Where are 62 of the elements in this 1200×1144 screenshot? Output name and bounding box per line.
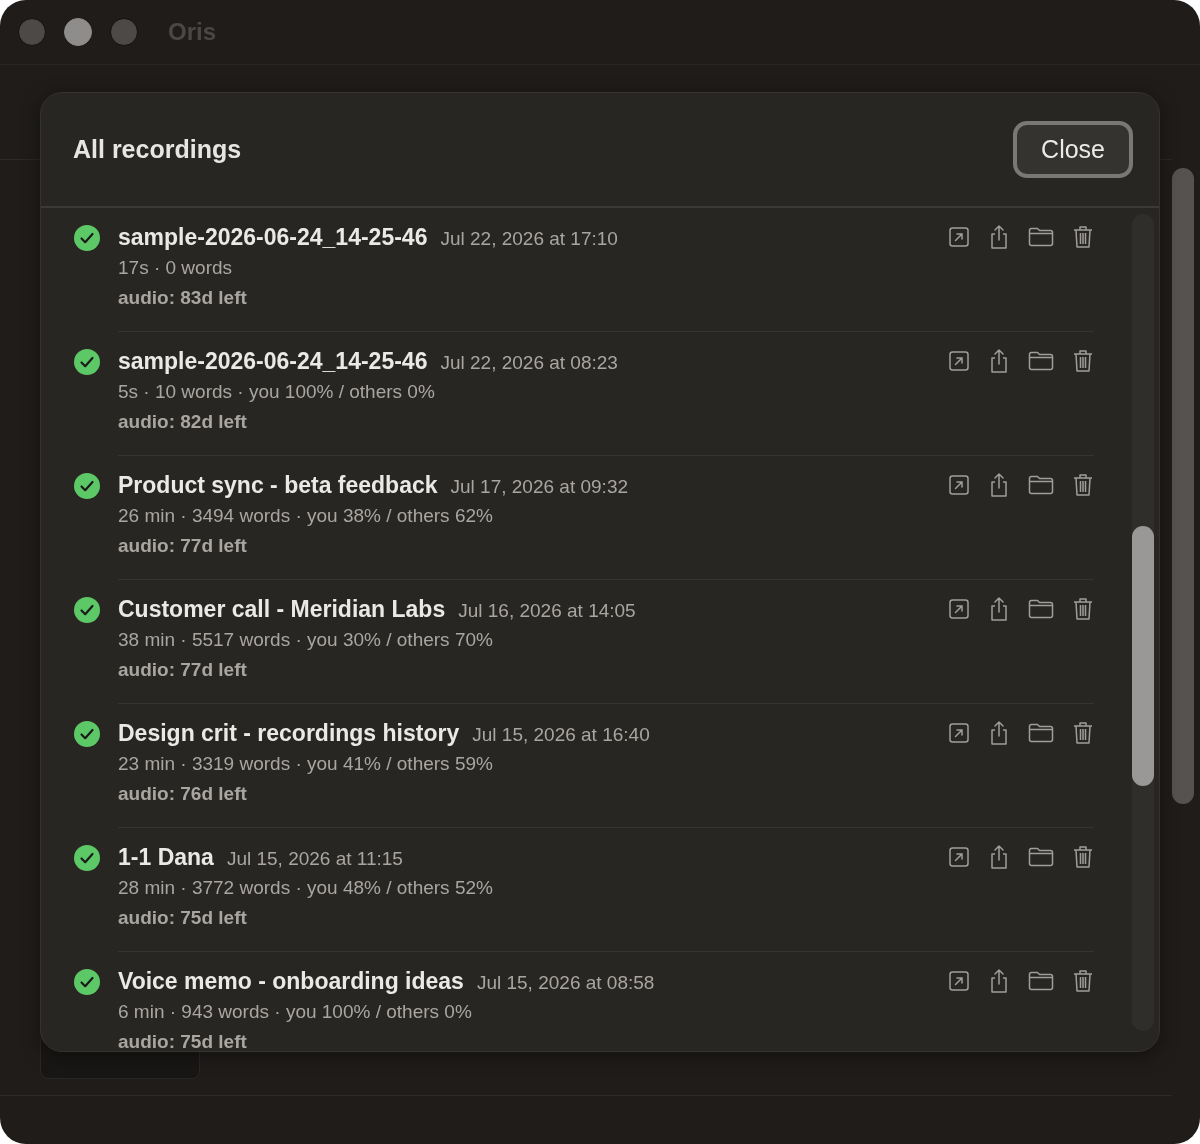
- open-external-icon[interactable]: [948, 970, 970, 992]
- sheet-title: All recordings: [73, 135, 242, 164]
- audio-retention: audio: 77d left: [118, 535, 248, 557]
- audio-retention: audio: 82d left: [118, 411, 248, 433]
- recording-date: Jul 22, 2026 at 17:10: [440, 228, 618, 250]
- recording-stats: 6 min · 943 words · you 100% / others 0%: [118, 1001, 473, 1023]
- folder-icon[interactable]: [1028, 847, 1054, 867]
- scrollbar[interactable]: [1172, 168, 1194, 804]
- open-external-icon[interactable]: [948, 226, 970, 248]
- recording-stats: 28 min · 3772 words · you 48% / others 52%: [118, 877, 494, 899]
- trash-icon[interactable]: [1072, 597, 1094, 621]
- share-icon[interactable]: [988, 348, 1010, 374]
- trash-icon[interactable]: [1072, 845, 1094, 869]
- open-external-icon[interactable]: [948, 350, 970, 372]
- share-icon[interactable]: [988, 844, 1010, 870]
- trash-icon[interactable]: [1072, 969, 1094, 993]
- audio-retention: audio: 75d left: [118, 1031, 248, 1051]
- recording-stats: 38 min · 5517 words · you 30% / others 70%: [118, 629, 494, 651]
- folder-icon[interactable]: [1028, 971, 1054, 991]
- recording-title: Voice memo - onboarding ideas: [118, 968, 464, 995]
- share-icon[interactable]: [988, 472, 1010, 498]
- minimize-window-button[interactable]: [64, 18, 92, 46]
- open-external-icon[interactable]: [948, 598, 970, 620]
- recording-stats: 26 min · 3494 words · you 38% / others 62%: [118, 505, 494, 527]
- share-icon[interactable]: [988, 720, 1010, 746]
- recording-date: Jul 17, 2026 at 09:32: [450, 476, 629, 498]
- recording-stats: 5s · 10 words · you 100% / others 0%: [118, 381, 436, 403]
- recording-title: Product sync - beta feedback: [118, 472, 438, 499]
- folder-icon[interactable]: [1028, 227, 1054, 247]
- audio-retention: audio: 75d left: [118, 907, 248, 929]
- folder-icon[interactable]: [1028, 475, 1054, 495]
- trash-icon[interactable]: [1072, 349, 1094, 373]
- recording-stats: 23 min · 3319 words · you 41% / others 59%: [118, 753, 494, 775]
- trash-icon[interactable]: [1072, 225, 1094, 249]
- recording-title: sample-2026-06-24_14-25-46: [118, 224, 428, 251]
- recording-title: sample-2026-06-24_14-25-46: [118, 348, 428, 375]
- open-external-icon[interactable]: [948, 846, 970, 868]
- trash-icon[interactable]: [1072, 473, 1094, 497]
- recording-date: Jul 15, 2026 at 08:58: [476, 972, 655, 994]
- close-button[interactable]: Close: [1013, 121, 1133, 178]
- share-icon[interactable]: [988, 968, 1010, 994]
- share-icon[interactable]: [988, 224, 1010, 250]
- audio-retention: audio: 83d left: [118, 287, 248, 309]
- recording-stats: 17s · 0 words: [118, 257, 234, 279]
- recording-title: Customer call - Meridian Labs: [118, 596, 446, 623]
- recording-date: Jul 22, 2026 at 08:23: [440, 352, 618, 374]
- open-external-icon[interactable]: [948, 474, 970, 496]
- open-external-icon[interactable]: [948, 722, 970, 744]
- recording-title: Design crit - recordings history: [118, 720, 460, 747]
- scroll-thumb[interactable]: [1132, 526, 1154, 786]
- recording-date: Jul 16, 2026 at 14:05: [458, 600, 636, 622]
- audio-retention: audio: 76d left: [118, 783, 248, 805]
- trash-icon[interactable]: [1072, 721, 1094, 745]
- recording-title: 1-1 Dana: [118, 844, 214, 871]
- scrollbar[interactable]: [1132, 214, 1154, 1031]
- recording-date: Jul 15, 2026 at 11:15: [226, 848, 403, 870]
- recording-date: Jul 15, 2026 at 16:40: [472, 724, 650, 746]
- share-icon[interactable]: [988, 596, 1010, 622]
- folder-icon[interactable]: [1028, 351, 1054, 371]
- folder-icon[interactable]: [1028, 599, 1054, 619]
- folder-icon[interactable]: [1028, 723, 1054, 743]
- audio-retention: audio: 77d left: [118, 659, 248, 681]
